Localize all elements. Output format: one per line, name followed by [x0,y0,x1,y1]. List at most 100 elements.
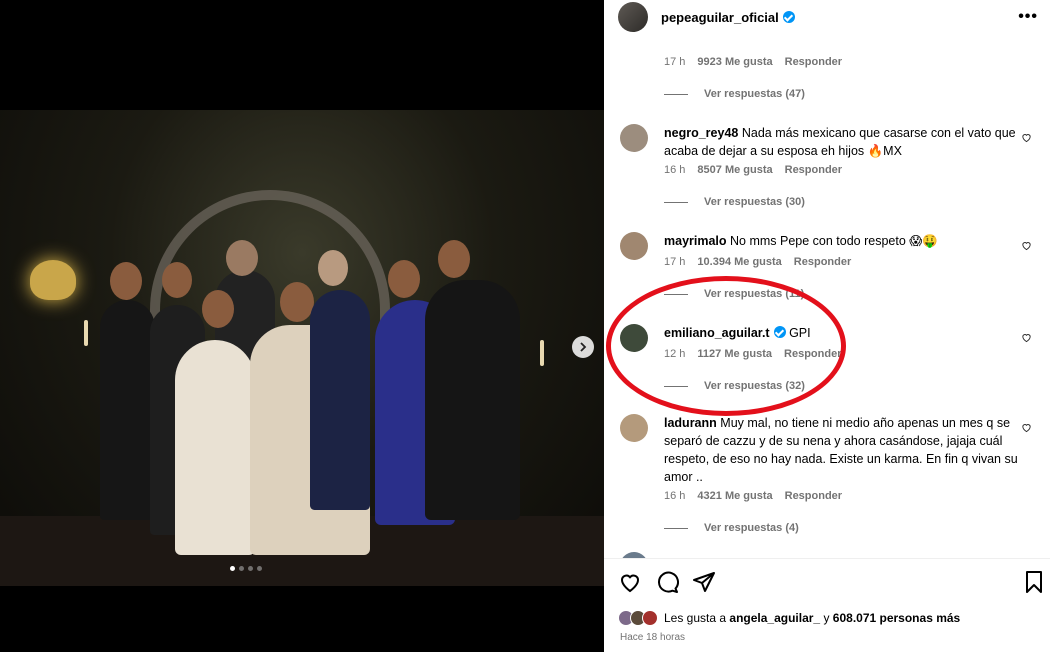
comment-likes[interactable]: 1127 Me gusta [697,348,772,360]
comment-body: ladurann Muy mal, no tiene ni medio año … [664,414,1034,486]
comment-time: 16 h [664,164,686,176]
photo-person-head [318,250,348,286]
carousel-dots [230,566,262,571]
comment-meta: 12 h 1127 Me gusta Responder [664,348,841,360]
comment-likes[interactable]: 10.394 Me gusta [697,256,781,268]
photo-person [310,290,370,510]
replies-line [664,293,688,295]
comment-username[interactable]: emiliano_aguilar.t [664,326,770,340]
likes-count[interactable]: 608.071 personas más [833,611,960,625]
view-replies-button[interactable]: Ver respuestas (11) [664,288,804,300]
view-replies-label: Ver respuestas (11) [704,288,805,300]
photo-person-head [162,262,192,298]
photo-person-head [280,282,314,322]
likes-user[interactable]: angela_aguilar_ [729,611,820,625]
replies-line [664,93,688,95]
comment-text: GPI [789,326,811,340]
comment-body: negro_rey48 Nada más mexicano que casars… [664,124,1034,160]
replies-line [664,527,688,529]
comment-text: No mms Pepe con todo respeto 😱🤑 [730,234,938,248]
heart-icon[interactable] [1021,132,1032,143]
comment-avatar[interactable] [620,324,648,352]
view-replies-button[interactable]: Ver respuestas (47) [664,88,805,100]
comment-meta: 16 h 8507 Me gusta Responder [664,164,842,176]
actions-divider [604,558,1050,559]
comment-likes[interactable]: 8507 Me gusta [697,164,772,176]
photo-person-head [110,262,142,300]
post-actions-bar [604,570,1050,600]
photo-person-head [438,240,470,278]
comment-meta: 16 h 4321 Me gusta Responder [664,490,842,502]
comment-time: 17 h [664,256,686,268]
author-avatar[interactable] [618,2,648,32]
heart-icon[interactable] [1021,332,1032,343]
liker-avatar[interactable] [642,610,658,626]
likes-connector: y [823,611,830,625]
comment-text: Muy mal, no tiene ni medio año apenas un… [664,416,1018,484]
replies-line [664,201,688,203]
photo-person [425,280,520,520]
liker-avatars [618,610,658,626]
carousel-dot[interactable] [239,566,244,571]
photo-person-head [202,290,234,328]
photo-candle [540,340,544,366]
reply-button[interactable]: Responder [785,164,842,176]
reply-button[interactable]: Responder [785,56,842,68]
comment-meta: 17 h 9923 Me gusta Responder [664,56,842,68]
comment-likes[interactable]: 9923 Me gusta [697,56,772,68]
comment-avatar[interactable] [620,232,648,260]
likes-summary: Les gusta a angela_aguilar_ y 608.071 pe… [618,610,960,626]
photo-person-head [226,240,258,276]
photo-person [175,340,255,555]
view-replies-button[interactable]: Ver respuestas (4) [664,522,799,534]
reply-button[interactable]: Responder [785,490,842,502]
post-photo[interactable] [0,110,604,586]
comment-avatar[interactable] [620,414,648,442]
likes-prefix: Les gusta a [664,611,727,625]
more-icon[interactable]: ••• [1018,8,1038,26]
comments-list[interactable]: 17 h 9923 Me gusta Responder Ver respues… [604,34,1050,558]
author-username[interactable]: pepeaguilar_oficial [661,10,795,25]
heart-icon[interactable] [1021,422,1032,433]
comment-username[interactable]: negro_rey48 [664,126,738,140]
comment-time: 16 h [664,490,686,502]
view-replies-label: Ver respuestas (32) [704,380,805,392]
post-header: pepeaguilar_oficial ••• [604,0,1050,34]
photo-person [100,300,155,520]
view-replies-button[interactable]: Ver respuestas (32) [664,380,805,392]
replies-line [664,385,688,387]
comment-meta: 17 h 10.394 Me gusta Responder [664,256,851,268]
photo-candle [84,320,88,346]
post-media-pane [0,0,604,652]
carousel-next-button[interactable] [572,336,594,358]
view-replies-label: Ver respuestas (47) [704,88,805,100]
instagram-post-view: pepeaguilar_oficial ••• 17 h 9923 Me gus… [0,0,1050,652]
comment-likes[interactable]: 4321 Me gusta [697,490,772,502]
post-time: Hace 18 horas [620,632,686,643]
carousel-dot[interactable] [248,566,253,571]
carousel-dot[interactable] [257,566,262,571]
chevron-right-icon [580,342,587,352]
view-replies-button[interactable]: Ver respuestas (30) [664,196,805,208]
verified-icon [782,10,795,23]
bookmark-icon[interactable] [1022,570,1046,594]
comment-body: emiliano_aguilar.t GPI [664,324,1034,342]
comment-icon[interactable] [655,570,679,594]
photo-sacred-heart [30,260,76,300]
share-icon[interactable] [692,570,716,594]
comment-time: 17 h [664,56,686,68]
carousel-dot[interactable] [230,566,235,571]
post-side-panel: pepeaguilar_oficial ••• 17 h 9923 Me gus… [604,0,1050,652]
reply-button[interactable]: Responder [794,256,851,268]
comment-avatar[interactable] [620,124,648,152]
comment-time: 12 h [664,348,686,360]
view-replies-label: Ver respuestas (30) [704,196,805,208]
reply-button[interactable]: Responder [784,348,841,360]
comment-username[interactable]: mayrimalo [664,234,727,248]
verified-icon [773,326,786,338]
comment-username[interactable]: ladurann [664,416,717,430]
view-replies-label: Ver respuestas (4) [704,522,799,534]
photo-person-head [388,260,420,298]
heart-icon[interactable] [1021,240,1032,251]
heart-icon[interactable] [618,570,642,594]
